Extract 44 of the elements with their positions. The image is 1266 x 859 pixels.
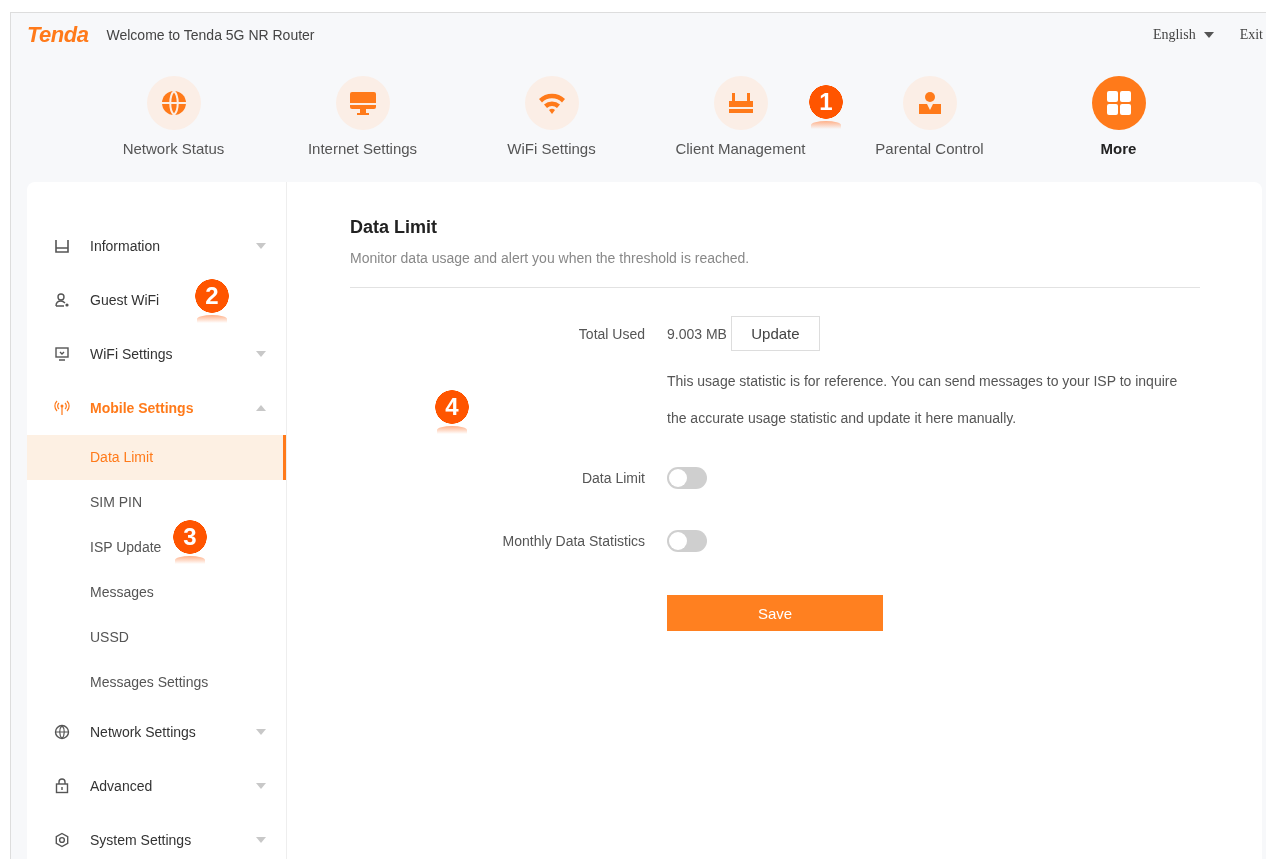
sidebar-item[interactable]: Advanced [90,778,153,794]
callout-badge: 1 [809,85,843,129]
nav-tab[interactable]: Network Status [79,76,268,157]
toggle-switch[interactable] [667,530,707,552]
welcome-text: Welcome to Tenda 5G NR Router [106,27,315,43]
sidebar-subitem[interactable]: Messages Settings [90,674,209,690]
sidebar-subitem[interactable]: ISP Update [90,539,162,555]
usage-value: 9.003 MB [667,325,727,342]
nav-tab[interactable]: WiFi Settings [457,76,646,157]
sidebar-item[interactable]: WiFi Settings [90,346,173,362]
sidebar-subitem[interactable]: Messages [90,584,154,600]
usage-note: This usage statistic is for reference. You can send messages to your ISP to inquire the accurate usage statistic and update it here manually. [667,372,1179,428]
field-label: Total Used [577,325,645,342]
page-description: Monitor data usage and alert you when the threshold is reached. [350,250,751,266]
user-icon [54,292,70,308]
lock-icon [54,778,70,794]
antenna-icon [54,400,70,416]
sidebar-item[interactable]: System Settings [90,832,192,848]
monitor-icon [348,89,377,117]
toggle-switch[interactable] [667,467,707,489]
exit-link[interactable]: Exit [1239,27,1263,43]
field-label: Data Limit [580,470,645,486]
callout-badge: 4 [435,390,469,434]
logo: Tenda [27,22,89,48]
language-selector[interactable]: English [1152,27,1214,43]
page-title: Data Limit [350,217,438,238]
sidebar-item[interactable]: Guest WiFi [90,292,160,308]
globe-icon [159,89,188,117]
settings-icon [54,832,70,848]
nav-tab[interactable]: More [1024,76,1213,157]
nav-tab[interactable]: Internet Settings [268,76,457,157]
sidebar-item[interactable]: Information [90,238,161,254]
callout-badge: 3 [173,520,207,564]
monitor-icon [54,346,70,362]
sidebar-subitem[interactable]: USSD [90,629,129,645]
router-icon [54,238,70,254]
caret-icon [1203,32,1214,38]
update-button[interactable]: Update [730,316,820,351]
field-label: Monthly Data Statistics [501,533,645,549]
sidebar-item[interactable]: Network Settings [90,724,196,740]
callout-badge: 2 [195,279,229,323]
sidebar-subitem[interactable]: SIM PIN [90,494,143,510]
grid-icon [1104,89,1133,117]
globe-icon [54,724,70,740]
